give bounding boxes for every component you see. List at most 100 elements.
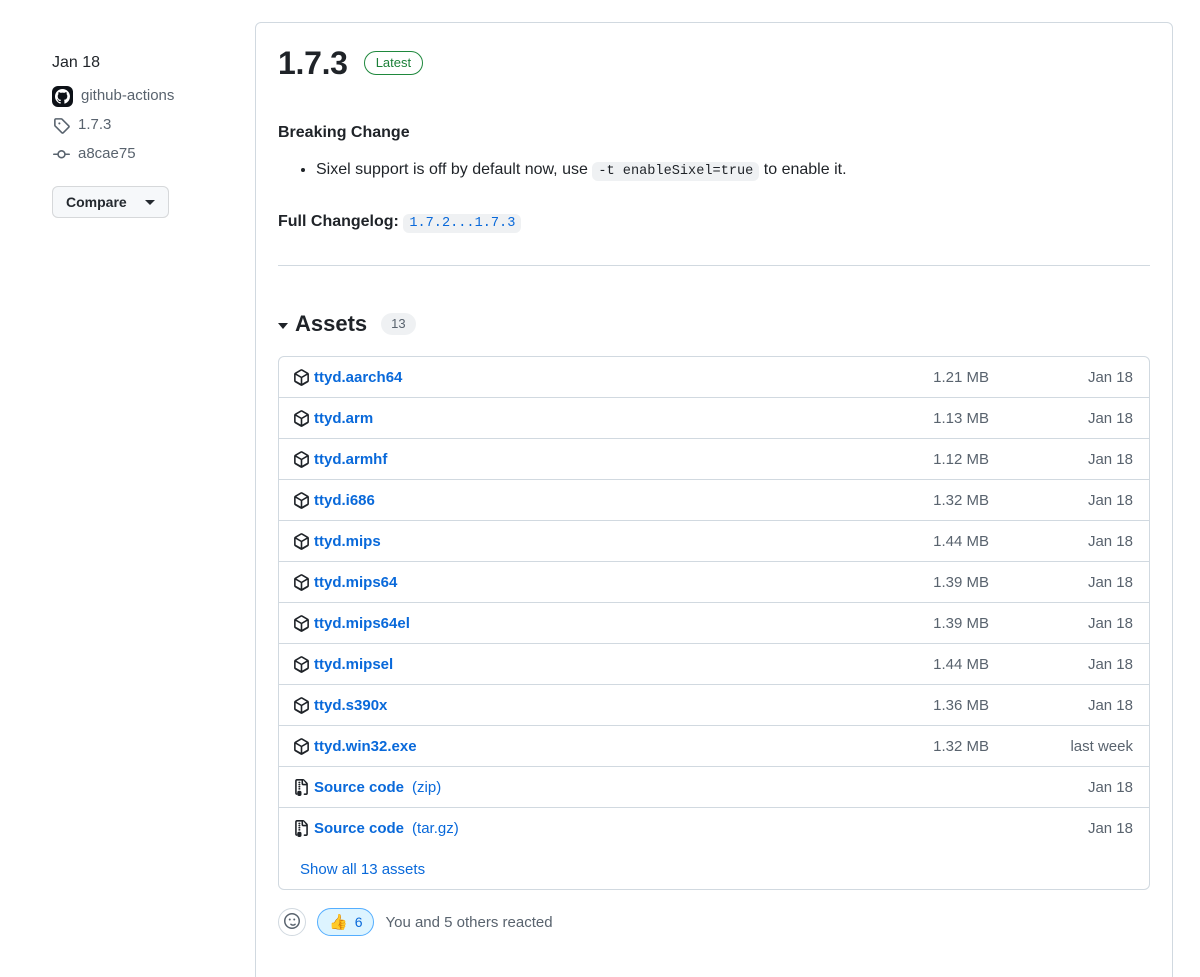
assets-toggle[interactable]: Assets <box>278 310 367 338</box>
package-icon <box>293 573 310 591</box>
table-row[interactable]: ttyd.aarch64 1.21 MB Jan 18 <box>279 357 1149 398</box>
asset-download-link[interactable]: ttyd.mips <box>314 533 381 550</box>
asset-date: last week <box>1070 737 1133 755</box>
author-name: github-actions <box>81 87 175 104</box>
reaction-count: 6 <box>354 914 363 930</box>
asset-download-link[interactable]: ttyd.aarch64 <box>314 369 402 386</box>
package-icon <box>293 368 310 386</box>
table-row[interactable]: Source code (zip) Jan 18 <box>279 767 1149 808</box>
asset-name-cell: Source code (zip) <box>293 778 873 796</box>
change-text-before: Sixel support is off by default now, use <box>316 161 588 178</box>
table-row[interactable]: ttyd.i686 1.32 MB Jan 18 <box>279 480 1149 521</box>
asset-size: 1.21 MB <box>933 368 989 386</box>
reactions-bar: 👍 6 You and 5 others reacted <box>256 890 1172 958</box>
package-icon <box>293 655 310 673</box>
release-date: Jan 18 <box>52 54 101 71</box>
asset-name-cell: Source code (tar.gz) <box>293 820 873 837</box>
asset-date: Jan 18 <box>1087 820 1133 837</box>
assets-count-badge: 13 <box>381 313 416 335</box>
asset-download-link[interactable]: ttyd.armhf <box>314 451 387 468</box>
assets-rows-container: ttyd.aarch64 1.21 MB Jan 18 ttyd.arm 1.13 MB… <box>279 357 1149 849</box>
thumbs-up-reaction-button[interactable]: 👍 6 <box>317 908 375 936</box>
show-all-assets-row[interactable]: Show all 13 assets <box>279 849 1149 889</box>
table-row[interactable]: ttyd.mips 1.44 MB Jan 18 <box>279 521 1149 562</box>
asset-name-cell: ttyd.mipsel <box>293 656 873 673</box>
asset-name-cell: ttyd.mips64 <box>293 574 873 591</box>
asset-size: 1.39 MB <box>933 614 989 632</box>
asset-date: Jan 18 <box>1087 368 1133 386</box>
tag-icon <box>52 116 70 134</box>
asset-download-link[interactable]: ttyd.mips64 <box>314 574 397 591</box>
inline-code-enable-sixel: -t enableSixel=true <box>592 162 760 181</box>
table-row[interactable]: ttyd.s390x 1.36 MB Jan 18 <box>279 685 1149 726</box>
asset-size: 1.36 MB <box>933 696 989 714</box>
smiley-icon <box>284 912 300 932</box>
asset-name-cell: ttyd.mips64el <box>293 615 873 632</box>
asset-download-link[interactable]: ttyd.mipsel <box>314 656 393 673</box>
asset-size: 1.39 MB <box>933 573 989 591</box>
release-header: 1.7.3 Latest <box>278 43 1150 83</box>
asset-download-link[interactable]: ttyd.win32.exe <box>314 738 417 755</box>
list-item: Sixel support is off by default now, use… <box>316 157 1150 185</box>
asset-size: 1.44 MB <box>933 655 989 673</box>
asset-date: Jan 18 <box>1087 696 1133 714</box>
add-reaction-button[interactable] <box>278 908 306 936</box>
asset-size: 1.32 MB <box>933 737 989 755</box>
latest-badge: Latest <box>363 51 424 75</box>
asset-download-link[interactable]: ttyd.s390x <box>314 697 387 714</box>
asset-download-link[interactable]: Source code <box>314 779 404 796</box>
package-icon <box>293 491 310 509</box>
asset-name-cell: ttyd.arm <box>293 410 873 427</box>
full-changelog-label: Full Changelog: <box>278 213 399 230</box>
release-version-title: 1.7.3 <box>278 45 348 81</box>
table-row[interactable]: ttyd.armhf 1.12 MB Jan 18 <box>279 439 1149 480</box>
full-changelog-link[interactable]: 1.7.2...1.7.3 <box>403 214 522 233</box>
asset-suffix: (zip) <box>412 778 442 796</box>
assets-section: Assets 13 ttyd.aarch64 1.21 MB Jan 18 ttyd.… <box>256 288 1172 890</box>
asset-download-link[interactable]: ttyd.mips64el <box>314 615 410 632</box>
asset-size: 1.32 MB <box>933 491 989 509</box>
release-commit[interactable]: a8cae75 <box>52 143 242 165</box>
assets-table: ttyd.aarch64 1.21 MB Jan 18 ttyd.arm 1.13 MB… <box>278 356 1150 890</box>
assets-header: Assets 13 <box>278 310 1150 338</box>
asset-size: 1.13 MB <box>933 409 989 427</box>
commit-sha: a8cae75 <box>78 145 136 162</box>
breaking-change-heading: Breaking Change <box>278 124 410 141</box>
release-tag[interactable]: 1.7.3 <box>52 114 242 136</box>
asset-download-link[interactable]: ttyd.i686 <box>314 492 375 509</box>
asset-size: 1.44 MB <box>933 532 989 550</box>
change-text-after: to enable it. <box>763 161 847 178</box>
show-all-assets-link[interactable]: Show all 13 assets <box>300 861 425 878</box>
compare-button[interactable]: Compare <box>52 186 169 218</box>
asset-download-link[interactable]: Source code <box>314 820 404 837</box>
github-actions-avatar <box>52 85 73 107</box>
asset-name-cell: ttyd.i686 <box>293 492 873 509</box>
triangle-down-icon <box>278 322 288 329</box>
asset-date: Jan 18 <box>1087 573 1133 591</box>
asset-date: Jan 18 <box>1087 614 1133 632</box>
release-card: 1.7.3 Latest Breaking Change Sixel suppo… <box>255 22 1173 977</box>
file-zip-icon <box>293 820 310 837</box>
asset-size: 1.12 MB <box>933 450 989 468</box>
package-icon <box>293 737 310 755</box>
release-page: Jan 18 github-actions 1.7.3 a8cae75 Comp… <box>0 0 1200 977</box>
table-row[interactable]: ttyd.mips64 1.39 MB Jan 18 <box>279 562 1149 603</box>
release-sidebar: Jan 18 github-actions 1.7.3 a8cae75 Comp… <box>52 52 242 218</box>
package-icon <box>293 532 310 550</box>
package-icon <box>293 696 310 714</box>
release-author[interactable]: github-actions <box>52 85 242 107</box>
asset-download-link[interactable]: ttyd.arm <box>314 410 373 427</box>
table-row[interactable]: Source code (tar.gz) Jan 18 <box>279 808 1149 849</box>
table-row[interactable]: ttyd.mips64el 1.39 MB Jan 18 <box>279 603 1149 644</box>
package-icon <box>293 409 310 427</box>
chevron-down-icon <box>144 199 155 205</box>
asset-date: Jan 18 <box>1087 409 1133 427</box>
table-row[interactable]: ttyd.arm 1.13 MB Jan 18 <box>279 398 1149 439</box>
file-zip-icon <box>293 778 310 796</box>
table-row[interactable]: ttyd.win32.exe 1.32 MB last week <box>279 726 1149 767</box>
asset-name-cell: ttyd.mips <box>293 533 873 550</box>
asset-suffix: (tar.gz) <box>412 820 459 837</box>
compare-button-label: Compare <box>66 194 127 210</box>
asset-name-cell: ttyd.win32.exe <box>293 738 873 755</box>
table-row[interactable]: ttyd.mipsel 1.44 MB Jan 18 <box>279 644 1149 685</box>
